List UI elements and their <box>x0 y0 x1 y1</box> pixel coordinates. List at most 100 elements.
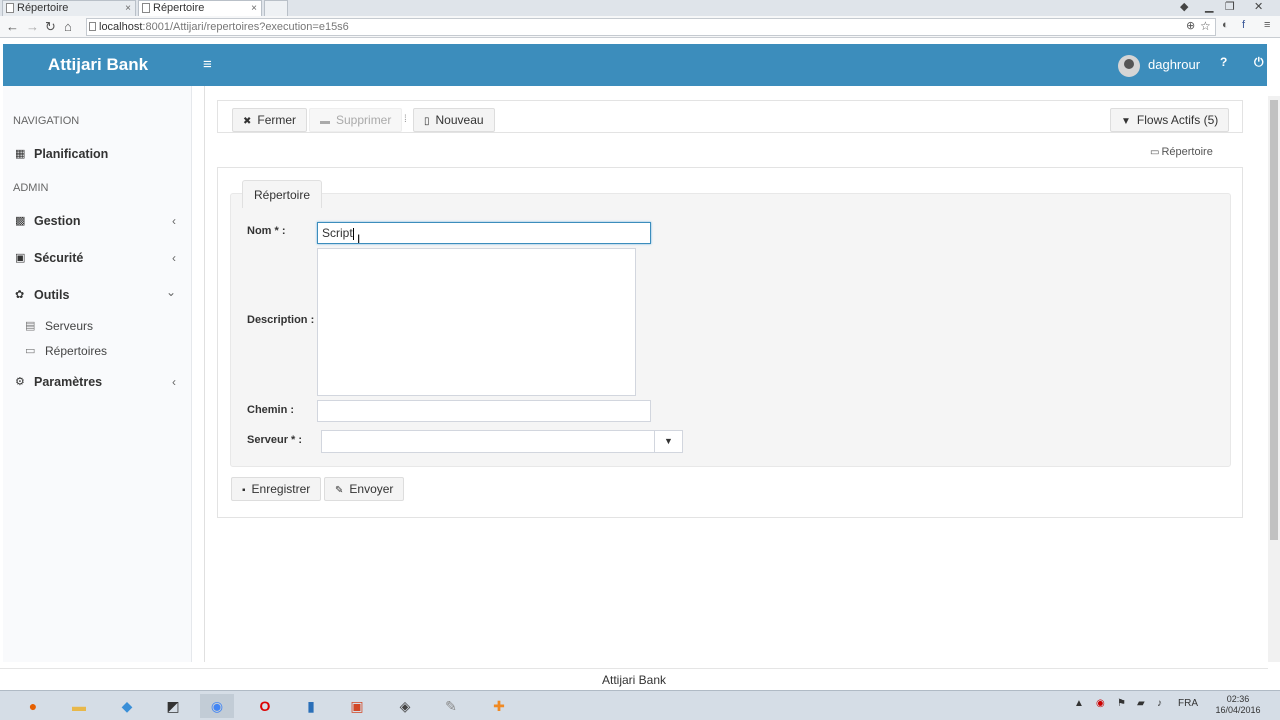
close-icon: ✖ <box>243 116 252 127</box>
chemin-input[interactable] <box>317 400 651 422</box>
app-gray-icon[interactable]: ◈ <box>388 694 422 718</box>
text-cursor <box>352 227 354 240</box>
trash-icon: ▬ <box>320 116 330 127</box>
zoom-icon[interactable]: ⊕ <box>1186 19 1195 32</box>
envoyer-label: Envoyer <box>349 482 394 496</box>
close-tab-icon[interactable]: × <box>125 1 131 16</box>
reload-icon[interactable]: ↻ <box>45 19 56 35</box>
user-menu[interactable]: daghrour <box>1118 54 1200 77</box>
new-tab-button[interactable] <box>264 0 288 16</box>
ibeam-cursor-icon: I <box>357 232 361 246</box>
sidebar-item-label: Planification <box>34 147 109 161</box>
serveur-label: Serveur * : <box>247 434 303 446</box>
admin-heading: ADMIN <box>13 182 49 194</box>
gear-icon: ✿ <box>15 289 25 301</box>
chrome-icon[interactable]: ◉ <box>200 694 234 718</box>
fermer-button[interactable]: ✖ Fermer <box>232 108 308 132</box>
url-field[interactable]: localhost:8001/Attijari/repertoires?exec… <box>86 18 1216 36</box>
clock-date: 16/04/2016 <box>1215 705 1261 715</box>
enregistrer-label: Enregistrer <box>251 482 311 496</box>
chevron-left-icon: ‹ <box>172 375 176 389</box>
sidebar-item-securite[interactable]: ▣ Sécurité ‹ <box>3 246 192 270</box>
gears-icon: ⚙ <box>15 376 25 388</box>
language-indicator[interactable]: FRA <box>1178 698 1198 709</box>
menu-icon[interactable]: ≡ <box>1264 19 1270 31</box>
minimize-icon[interactable]: ▁ <box>1205 0 1213 13</box>
close-window-icon[interactable]: ✕ <box>1254 0 1263 13</box>
app-header: Attijari Bank ≡ daghrour ? ⏻ <box>3 44 1267 86</box>
file-explorer-icon[interactable]: ▬ <box>62 694 96 718</box>
envoyer-button[interactable]: ✎ Envoyer <box>324 477 405 501</box>
description-textarea[interactable] <box>317 248 636 396</box>
lock-icon: ▣ <box>15 252 26 264</box>
flows-actifs-dropdown[interactable]: ▼ Flows Actifs (5) <box>1110 108 1230 132</box>
nom-label: Nom * : <box>247 225 286 237</box>
browser-tab-1[interactable]: Répertoire × <box>2 0 136 16</box>
browser-tab-1-title: Répertoire <box>17 2 69 14</box>
pencil-icon: ✎ <box>335 485 344 496</box>
app-blue-icon[interactable]: ◆ <box>110 694 144 718</box>
breadcrumb[interactable]: ▭ Répertoire <box>1150 146 1213 158</box>
enregistrer-button[interactable]: ▪ Enregistrer <box>231 477 322 501</box>
sidebar-item-planification[interactable]: ▦ Planification <box>3 142 192 166</box>
serveur-dropdown-button[interactable]: ▼ <box>654 430 683 453</box>
facebook-icon[interactable]: f <box>1242 19 1245 31</box>
app-footer: Attijari Bank <box>0 668 1268 690</box>
page-scrollbar[interactable] <box>1268 96 1280 662</box>
tray-flag-icon[interactable]: ⚑ <box>1117 698 1126 709</box>
help-icon[interactable]: ? <box>1220 55 1227 69</box>
extension-icon[interactable]: ◐ <box>1222 19 1229 31</box>
browser-tab-2[interactable]: Répertoire × <box>138 0 262 16</box>
url-path: :8001/Attijari/repertoires?execution=e15… <box>142 21 349 33</box>
serveur-select[interactable] <box>321 430 655 453</box>
app-orange-icon[interactable]: ✚ <box>482 694 516 718</box>
toolbar-separator: ⁞ <box>404 114 407 125</box>
power-icon[interactable]: ⏻ <box>1254 55 1264 70</box>
home-icon[interactable]: ⌂ <box>64 19 72 34</box>
nouveau-button[interactable]: ▯ Nouveau <box>413 108 495 132</box>
tray-security-icon[interactable]: ◉ <box>1096 698 1105 709</box>
back-icon[interactable]: ← <box>6 19 19 34</box>
chemin-label: Chemin : <box>247 404 295 416</box>
close-tab-icon[interactable]: × <box>251 1 257 16</box>
sidebar-item-label: Paramètres <box>34 375 103 389</box>
tray-arrow-icon[interactable]: ▲ <box>1074 698 1084 709</box>
system-clock[interactable]: 02:36 16/04/2016 <box>1208 694 1268 716</box>
brand-logo[interactable]: Attijari Bank <box>3 44 193 86</box>
firefox-icon[interactable]: ● <box>16 694 50 718</box>
restore-icon[interactable]: ❐ <box>1225 0 1235 13</box>
address-bar: ← → ↻ ⌂ localhost:8001/Attijari/repertoi… <box>0 16 1280 38</box>
app-terminal-icon[interactable]: ◩ <box>156 694 190 718</box>
sidebar-item-outils[interactable]: ✿ Outils ⌄ <box>3 283 192 307</box>
profile-icon[interactable]: ◆ <box>1180 0 1188 13</box>
tray-network-icon[interactable]: ▰ <box>1137 698 1145 709</box>
paint-icon[interactable]: ✎ <box>434 694 468 718</box>
browser-tab-bar: Répertoire × Répertoire × ◆ ▁ ❐ ✕ <box>0 0 1280 16</box>
supprimer-button[interactable]: ▬ Supprimer <box>309 108 403 132</box>
chevron-left-icon: ‹ <box>172 214 176 228</box>
nom-input[interactable]: Script <box>317 222 651 244</box>
powerpoint-icon[interactable]: ▣ <box>340 694 374 718</box>
sidebar-subitem-serveurs[interactable]: ▤ Serveurs <box>3 316 192 336</box>
url-host: localhost <box>99 21 143 33</box>
server-icon: ▤ <box>25 320 36 332</box>
intellij-icon[interactable]: ▮ <box>294 694 328 718</box>
scrollbar-thumb[interactable] <box>1270 100 1278 540</box>
page-icon <box>89 22 96 31</box>
forward-icon[interactable]: → <box>26 19 39 34</box>
content-divider <box>204 86 205 662</box>
opera-icon[interactable]: O <box>248 694 282 718</box>
page-icon <box>6 3 14 13</box>
sidebar-item-parametres[interactable]: ⚙ Paramètres ‹ <box>3 370 192 394</box>
chevron-left-icon: ‹ <box>172 251 176 265</box>
sidebar-item-label: Gestion <box>34 214 81 228</box>
caret-down-icon: ▼ <box>664 436 673 446</box>
sidebar-subitem-repertoires[interactable]: ▭ Répertoires <box>3 341 192 361</box>
save-icon: ▪ <box>242 485 246 496</box>
calendar-icon: ▦ <box>15 148 26 160</box>
tray-volume-icon[interactable]: ♪ <box>1157 698 1162 709</box>
star-icon[interactable]: ☆ <box>1200 19 1211 33</box>
sidebar-toggle-icon[interactable]: ≡ <box>203 56 212 73</box>
folder-icon: ▭ <box>25 345 36 357</box>
sidebar-item-gestion[interactable]: ▩ Gestion ‹ <box>3 209 192 233</box>
